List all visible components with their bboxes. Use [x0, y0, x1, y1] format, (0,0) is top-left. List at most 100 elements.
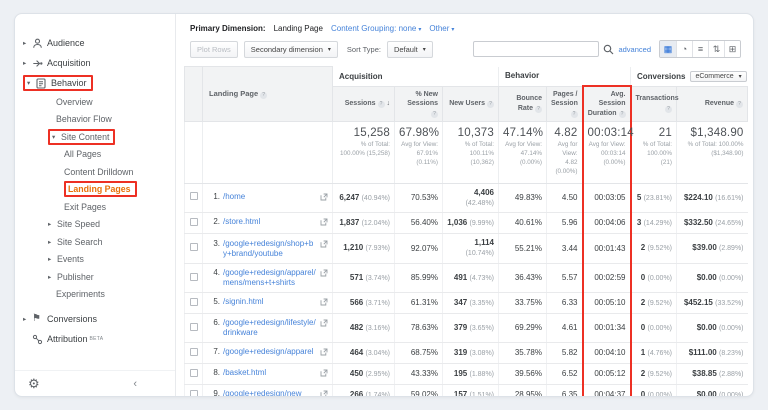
sidebar-item-landing-pages[interactable]: Landing Pages — [15, 181, 175, 199]
new-users-cell: 491 (4.73%) — [442, 263, 499, 294]
plot-rows-button[interactable]: Plot Rows — [190, 40, 238, 58]
row-checkbox[interactable] — [189, 347, 198, 356]
help-icon[interactable]: ? — [535, 105, 542, 113]
avg-duration-value: 00:04:10 — [594, 348, 626, 358]
help-icon[interactable]: ? — [431, 110, 438, 118]
expand-icon: ▸ — [48, 273, 52, 281]
sidebar-item-overview[interactable]: Overview — [15, 93, 175, 111]
sidebar-item-site-content[interactable]: ▾ Site Content — [15, 128, 175, 146]
open-in-new-icon[interactable] — [320, 269, 328, 280]
sidebar-item-publisher[interactable]: ▸ Publisher — [15, 268, 175, 286]
transactions-value: 0 — [640, 389, 646, 396]
landing-pages-highlight-box: Landing Pages — [64, 181, 137, 198]
table-view-icon[interactable]: ▦ — [660, 41, 676, 57]
sidebar-item-exit-pages[interactable]: Exit Pages — [15, 198, 175, 216]
percentage-view-icon[interactable]: ◔ — [676, 41, 692, 57]
new-sessions-column-header[interactable]: % New Sessions? — [394, 85, 443, 123]
revenue-percent: (0.00%) — [719, 391, 744, 396]
expand-icon: ▸ — [48, 256, 52, 264]
landing-page-link[interactable]: /store.html — [223, 217, 317, 227]
row-checkbox-cell — [184, 363, 203, 386]
bounce-rate-column-header[interactable]: Bounce Rate? — [498, 85, 547, 123]
open-in-new-icon[interactable] — [320, 348, 328, 359]
search-icon[interactable] — [603, 44, 614, 55]
new-users-value: 319 — [453, 347, 468, 357]
landing-page-link[interactable]: /google+redesign/shop+by+brand/youtube — [223, 239, 317, 259]
open-in-new-icon[interactable] — [320, 240, 328, 251]
open-in-new-icon[interactable] — [320, 193, 328, 204]
sort-type-button[interactable]: Default ▾ — [386, 40, 433, 58]
sidebar-item-events[interactable]: ▸ Events — [15, 251, 175, 269]
new-sessions-cell: 85.99% — [394, 263, 443, 294]
comparison-view-icon[interactable]: ⇅ — [708, 41, 724, 57]
row-checkbox[interactable] — [189, 217, 198, 226]
sidebar-item-all-pages[interactable]: All Pages — [15, 146, 175, 164]
sidebar-item-attribution[interactable]: Attribution BETA — [15, 329, 175, 349]
sidebar-item-site-search[interactable]: ▸ Site Search — [15, 233, 175, 251]
row-checkbox[interactable] — [189, 368, 198, 377]
landing-page-link[interactable]: /signin.html — [223, 297, 317, 307]
open-in-new-icon[interactable] — [320, 319, 328, 330]
open-in-new-icon[interactable] — [320, 369, 328, 380]
landing-page-link[interactable]: /home — [223, 192, 317, 202]
advanced-search-link[interactable]: advanced — [618, 45, 651, 54]
row-checkbox[interactable] — [189, 322, 198, 331]
landing-page-link[interactable]: /google+redesign/lifestyle/drinkware — [223, 318, 317, 338]
ecommerce-goal-select[interactable]: eCommerce ▾ — [690, 70, 747, 82]
beta-badge: BETA — [89, 336, 104, 342]
summary-subtext: Avg for View: 4.82 (0.00%) — [555, 141, 578, 175]
search-input[interactable] — [473, 41, 600, 57]
primary-dimension-value[interactable]: Landing Page — [274, 24, 323, 33]
gear-icon[interactable]: ⚙ — [28, 376, 40, 392]
sidebar-item-content-drilldown[interactable]: Content Drilldown — [15, 163, 175, 181]
sessions-cell: 6,247 (40.94%) — [332, 183, 395, 214]
help-icon[interactable]: ? — [736, 101, 744, 109]
help-icon[interactable]: ? — [618, 110, 626, 118]
content-grouping-link[interactable]: Content Grouping: none ▾ — [331, 24, 421, 33]
open-in-new-icon[interactable] — [320, 298, 328, 309]
pages-session-column-header[interactable]: Pages / Session? — [546, 85, 583, 123]
help-icon[interactable]: ? — [377, 101, 385, 109]
page-background: ▸ Audience ▸ Acquisition ▾ Behavior Over… — [0, 0, 768, 410]
landing-page-link[interactable]: /basket.html — [223, 368, 317, 378]
sidebar-item-behavior[interactable]: ▾ Behavior — [15, 73, 175, 93]
avg-session-duration-column-header[interactable]: Avg. Session Duration? — [581, 85, 632, 123]
sessions-column-header[interactable]: Sessions? ↓ — [332, 85, 395, 123]
pivot-view-icon[interactable]: ⊞ — [724, 41, 740, 57]
collapse-sidebar-icon[interactable]: ‹ — [133, 378, 137, 390]
sidebar-item-conversions[interactable]: ▸ ⚑ Conversions — [15, 309, 175, 329]
summary-empty-cell — [202, 121, 333, 184]
row-checkbox-cell — [184, 233, 203, 265]
row-checkbox[interactable] — [189, 297, 198, 306]
summary-value: 47.14% — [503, 127, 544, 140]
help-icon[interactable]: ? — [665, 105, 672, 113]
help-icon[interactable]: ? — [487, 101, 494, 109]
pages-session-cell: 4.50 — [546, 183, 583, 214]
help-icon[interactable]: ? — [570, 110, 578, 118]
new-users-column-header[interactable]: New Users? — [442, 85, 499, 123]
other-dimension-link[interactable]: Other ▾ — [429, 24, 454, 33]
open-in-new-icon[interactable] — [320, 218, 328, 229]
landing-page-link[interactable]: /google+redesign/apparel — [223, 347, 317, 357]
revenue-column-header[interactable]: Revenue? — [675, 85, 749, 123]
sidebar-item-acquisition[interactable]: ▸ Acquisition — [15, 53, 175, 73]
secondary-dimension-button[interactable]: Secondary dimension ▾ — [243, 40, 338, 58]
row-checkbox[interactable] — [189, 192, 198, 201]
performance-view-icon[interactable]: ≡ — [692, 41, 708, 57]
row-checkbox[interactable] — [189, 243, 198, 252]
row-checkbox[interactable] — [189, 389, 198, 396]
sidebar-item-experiments[interactable]: Experiments — [15, 286, 175, 304]
sidebar-item-behavior-flow[interactable]: Behavior Flow — [15, 111, 175, 129]
sidebar-item-label: Attribution — [47, 334, 88, 344]
column-header-label: Transactions — [635, 95, 679, 103]
landing-page-link[interactable]: /google+redesign/new — [223, 389, 317, 396]
transactions-column-header[interactable]: Transactions? — [630, 85, 679, 123]
sidebar-item-site-speed[interactable]: ▸ Site Speed — [15, 216, 175, 234]
landing-page-column-header[interactable]: Landing Page? — [202, 66, 333, 123]
help-icon[interactable]: ? — [260, 92, 268, 100]
pages-session-value: 4.61 — [561, 323, 578, 333]
sidebar-item-audience[interactable]: ▸ Audience — [15, 33, 175, 53]
row-checkbox[interactable] — [189, 272, 198, 281]
landing-page-link[interactable]: /google+redesign/apparel/mens/mens+t+shi… — [223, 268, 317, 288]
open-in-new-icon[interactable] — [320, 390, 328, 396]
